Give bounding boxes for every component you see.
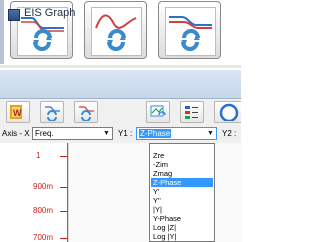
y-tick-label: 1: [36, 151, 41, 160]
word-export-icon: W: [10, 105, 22, 119]
axis-x-label: Axis - X: [2, 129, 30, 138]
y-tick-label: 900m: [33, 182, 54, 191]
divider: [0, 65, 241, 68]
y-tick-label: 800m: [33, 206, 54, 215]
dropdown-option-zmag[interactable]: Zmag: [151, 169, 213, 178]
globe-icon: [219, 103, 239, 121]
dropdown-option-y-prime[interactable]: Y': [151, 187, 213, 196]
y-tick-label: 700m: [33, 233, 54, 242]
refresh-graph-button-2[interactable]: [74, 101, 98, 123]
dropdown-option-neg-zim[interactable]: -Zim: [151, 160, 213, 169]
y-tick-mark: [60, 156, 68, 157]
chevron-down-icon: ▼: [207, 130, 214, 137]
refresh-graph-button-1[interactable]: [40, 101, 64, 123]
dropdown-option-log-y[interactable]: Log |Y|: [151, 232, 213, 241]
chevron-down-icon: ▼: [103, 130, 110, 137]
graph-refresh-icon: [79, 106, 94, 121]
dropdown-option-y-phase[interactable]: Y-Phase: [151, 214, 213, 223]
y-tick-mark: [60, 187, 68, 188]
word-export-button[interactable]: W: [6, 101, 30, 123]
dropdown-option-y-abs[interactable]: |Y|: [151, 205, 213, 214]
y-tick-mark: [60, 238, 68, 239]
freq-sine-graph-button[interactable]: [84, 1, 147, 59]
toolbar: [0, 99, 241, 125]
graph-refresh-icon: [45, 106, 60, 121]
dropdown-option-z-phase[interactable]: Z-Phase: [151, 178, 213, 187]
y1-select[interactable]: Z-Phase ▼: [136, 127, 217, 140]
legend-button[interactable]: [180, 101, 204, 123]
axis-selector-bar: Axis - X Freq. ▼ Y1 : Z-Phase ▼ Y2 :: [0, 125, 241, 144]
y1-dropdown-list: Zre -Zim Zmag Z-Phase Y' Y'' |Y| Y-Phase…: [149, 143, 215, 242]
window-title: EIS Graph: [24, 7, 76, 19]
dropdown-option-log-z[interactable]: Log |Z|: [151, 223, 213, 232]
add-graph-button[interactable]: [146, 101, 170, 123]
axis-x-value: Freq.: [35, 129, 54, 138]
app-icon: [8, 9, 20, 21]
legend-icon: [185, 106, 198, 119]
globe-button[interactable]: [214, 101, 241, 123]
y1-label: Y1 :: [118, 129, 133, 138]
freq-dual-line-graph-button[interactable]: [158, 1, 221, 59]
freq-sine-graph-icon: [91, 7, 142, 56]
window-titlebar[interactable]: [0, 70, 241, 99]
dropdown-option-zre[interactable]: Zre: [151, 151, 213, 160]
y-axis: [67, 143, 68, 242]
y1-value: Z-Phase: [139, 129, 172, 138]
dropdown-option-y-double-prime[interactable]: Y'': [151, 196, 213, 205]
left-edge: [0, 0, 4, 64]
graph-add-icon: [150, 105, 166, 117]
axis-x-select[interactable]: Freq. ▼: [32, 127, 113, 140]
y2-label: Y2 :: [222, 129, 237, 138]
svg-text:W: W: [13, 108, 22, 118]
freq-dual-line-graph-icon: [165, 7, 216, 56]
y-tick-mark: [60, 211, 68, 212]
